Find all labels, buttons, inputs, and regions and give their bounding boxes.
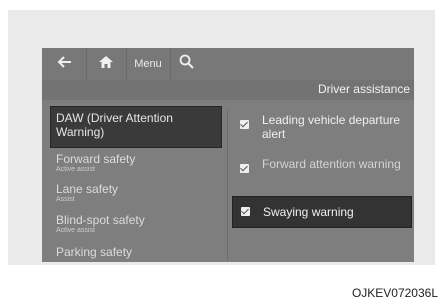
left-menu-item-parking-safety[interactable]: Parking safety <box>56 245 132 259</box>
option-label: Leading vehicle departure alert <box>262 113 401 141</box>
home-icon <box>99 55 113 73</box>
search-button[interactable] <box>170 48 202 80</box>
arrow-left-icon <box>56 55 72 74</box>
left-menu-item-sub: Active assist <box>56 166 95 173</box>
option-forward-attention-warning[interactable]: Forward attention warning <box>232 154 412 188</box>
option-leading-vehicle-departure-alert[interactable]: Leading vehicle departure alert <box>232 110 412 144</box>
option-label: Swaying warning <box>263 205 354 219</box>
left-menu-item-sub: Active assist <box>56 227 95 234</box>
infotainment-screen: Menu Driver assistance DAW (Driver Atten… <box>42 48 414 262</box>
menu-button[interactable]: Menu <box>126 48 171 80</box>
left-menu-item-forward-safety[interactable]: Forward safety Active assist <box>56 152 135 174</box>
checkbox-checked-icon[interactable] <box>240 120 249 129</box>
left-menu-item-label: Forward safety <box>56 152 136 166</box>
menu-label: Menu <box>134 58 162 70</box>
left-menu-item-daw[interactable]: DAW (Driver Attention Warning) <box>50 106 222 148</box>
left-menu-item-label: Parking safety <box>56 245 133 259</box>
left-menu-item-label: Lane safety <box>56 182 119 196</box>
left-menu-item-label: Blind-spot safety <box>56 213 145 227</box>
left-menu-item-sub: Assist <box>56 196 75 203</box>
divider <box>227 110 228 260</box>
page-title: Driver assistance <box>317 82 410 96</box>
option-label: Forward attention warning <box>262 157 401 171</box>
figure-caption: OJKEV072036L <box>351 286 438 300</box>
left-menu-item-lane-safety[interactable]: Lane safety Assist <box>56 182 118 204</box>
checkbox-checked-icon[interactable] <box>240 164 249 173</box>
top-bar: Menu <box>42 48 414 80</box>
checkbox-checked-icon[interactable] <box>241 207 250 216</box>
left-menu-item-blind-spot-safety[interactable]: Blind-spot safety Active assist <box>56 213 145 235</box>
option-swaying-warning[interactable]: Swaying warning <box>232 196 412 228</box>
back-button[interactable] <box>42 48 87 80</box>
search-icon <box>179 54 194 74</box>
left-menu-item-label: DAW (Driver Attention Warning) <box>56 111 173 139</box>
home-button[interactable] <box>86 48 127 80</box>
